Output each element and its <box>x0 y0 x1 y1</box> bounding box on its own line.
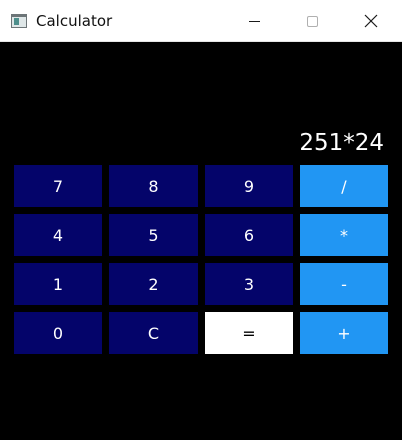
add-button[interactable]: + <box>300 312 388 354</box>
divide-button[interactable]: / <box>300 165 388 207</box>
clear-button[interactable]: C <box>109 312 198 354</box>
key-0[interactable]: 0 <box>14 312 102 354</box>
calculator-app-icon <box>11 14 27 28</box>
key-6[interactable]: 6 <box>205 214 293 256</box>
maximize-button[interactable] <box>284 0 342 42</box>
window-title: Calculator <box>36 12 113 30</box>
key-8[interactable]: 8 <box>109 165 198 207</box>
key-4[interactable]: 4 <box>14 214 102 256</box>
maximize-icon <box>307 16 318 27</box>
keypad: 7 8 9 / 4 5 6 * 1 2 3 - 0 C = + <box>14 165 388 354</box>
key-2[interactable]: 2 <box>109 263 198 305</box>
subtract-button[interactable]: - <box>300 263 388 305</box>
calculator-display: 251*24 <box>299 130 384 156</box>
key-9[interactable]: 9 <box>205 165 293 207</box>
multiply-button[interactable]: * <box>300 214 388 256</box>
key-7[interactable]: 7 <box>14 165 102 207</box>
minimize-icon <box>249 21 260 22</box>
minimize-button[interactable] <box>226 0 284 42</box>
title-bar[interactable]: Calculator <box>0 0 402 42</box>
close-button[interactable] <box>342 0 400 42</box>
key-5[interactable]: 5 <box>109 214 198 256</box>
close-icon <box>364 14 378 28</box>
key-1[interactable]: 1 <box>14 263 102 305</box>
equals-button[interactable]: = <box>205 312 293 354</box>
calculator-window: Calculator 251*24 7 8 9 / 4 5 6 * 1 2 3 … <box>0 0 402 440</box>
key-3[interactable]: 3 <box>205 263 293 305</box>
